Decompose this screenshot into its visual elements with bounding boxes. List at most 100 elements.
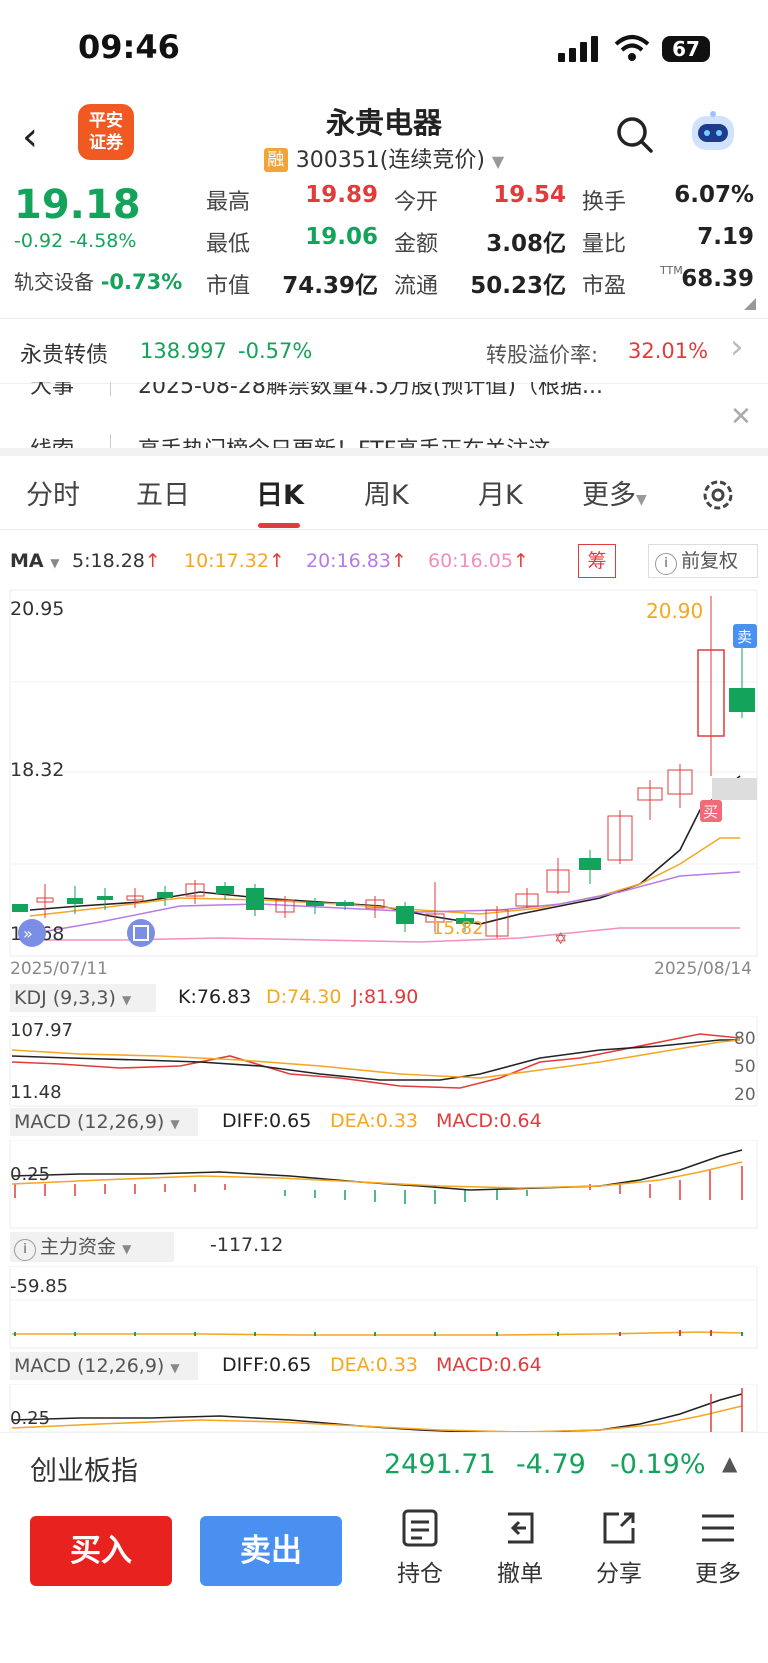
volratio-label: 量比	[582, 232, 627, 257]
change-value: -0.92	[14, 230, 64, 252]
ma5-line	[29, 775, 741, 925]
expand-up-icon[interactable]: ▲	[722, 1451, 737, 1475]
index-name: 创业板指	[30, 1456, 138, 1487]
last-price: 19.18	[14, 182, 141, 228]
ma-selector[interactable]: MA ▼	[10, 550, 59, 572]
bond-price: 138.997	[140, 339, 227, 363]
more-label: 更多	[695, 1561, 741, 1587]
ma60-value: 60:16.05↑	[428, 550, 529, 572]
status-time: 09:46	[78, 28, 180, 66]
cancel-order-button[interactable]: 撤单	[480, 1508, 560, 1588]
ma10-value: 10:17.32↑	[184, 550, 285, 572]
macd-value: MACD:0.64	[436, 1110, 542, 1132]
amount-value: 3.08亿	[486, 231, 566, 257]
news-ticker[interactable]: 大事 2025-08-28解禁数量4.5万股(预计值)（根据... 线索 高手热…	[0, 382, 768, 448]
bottom-toolbar: 买入 卖出 持仓 撤单 分享 更多	[0, 1498, 768, 1663]
bond-name: 永贵转债	[20, 343, 109, 368]
share-button[interactable]: 分享	[579, 1508, 659, 1588]
gear-icon[interactable]	[700, 477, 736, 513]
convertible-bond-row[interactable]: 永贵转债 138.997 -0.57% 转股溢价率: 32.01% ›	[0, 318, 768, 384]
dropdown-caret-icon: ▼	[121, 993, 132, 1007]
adjust-button[interactable]: i 前复权	[648, 544, 758, 578]
dropdown-caret-icon: ▼	[636, 492, 647, 508]
tab-five-day[interactable]: 五日	[136, 473, 190, 512]
tab-weekly-k[interactable]: 周K	[364, 473, 409, 512]
buy-button[interactable]: 买入	[30, 1516, 172, 1586]
mktcap-label: 市值	[206, 274, 251, 299]
high-value: 19.89	[305, 182, 378, 208]
date-end: 2025/08/14	[654, 959, 752, 978]
quote-panel: 19.18 -0.92 -4.58% 轨交设备 -0.73% 最高 19.89 …	[0, 180, 768, 315]
macd-selector[interactable]: MACD (12,26,9) ▼	[10, 1108, 198, 1136]
expand-corner-icon[interactable]	[744, 298, 756, 310]
fullscreen-icon[interactable]	[127, 919, 155, 947]
tab-more[interactable]: 更多▼	[582, 473, 647, 512]
high-price-marker: 20.90	[646, 599, 703, 623]
dropdown-caret-icon: ▼	[122, 1242, 132, 1256]
tab-intraday[interactable]: 分时	[26, 473, 80, 512]
adjust-label: 前复权	[681, 550, 739, 572]
macd-diff: DIFF:0.65	[222, 1110, 312, 1132]
news-text: 高手热门榜今日更新！FTF高手正在关注这	[138, 432, 698, 448]
up-arrow-icon: ↑	[144, 550, 161, 572]
candles	[12, 596, 755, 938]
dropdown-caret-icon: ▼	[50, 556, 60, 570]
robot-assistant-icon[interactable]	[688, 110, 738, 156]
float-label: 流通	[394, 274, 439, 299]
search-icon[interactable]	[616, 116, 654, 154]
close-icon[interactable]: ✕	[730, 402, 752, 432]
undo-icon	[508, 1512, 534, 1544]
macd-label: MACD (12,26,9)	[14, 1111, 165, 1133]
high-label: 最高	[206, 190, 251, 215]
fund-selector[interactable]: i 主力资金 ▼	[10, 1232, 174, 1262]
turnover-label: 换手	[582, 190, 627, 215]
kdj-selector[interactable]: KDJ (9,3,3) ▼	[10, 984, 156, 1012]
dropdown-caret-icon: ▼	[491, 152, 505, 171]
macd2-selector[interactable]: MACD (12,26,9) ▼	[10, 1352, 198, 1380]
macd2-chart: 0.25	[9, 1384, 758, 1432]
price-change: -0.92 -4.58%	[14, 230, 136, 252]
dropdown-caret-icon: ▼	[170, 1117, 180, 1131]
pe-label: 市盈	[582, 274, 627, 299]
chip-button[interactable]: 筹	[578, 544, 616, 578]
tab-daily-k[interactable]: 日K	[256, 473, 304, 512]
more-button[interactable]: 更多	[678, 1508, 758, 1588]
up-arrow-icon: ↑	[512, 550, 529, 572]
buy-signal-text: 买	[703, 803, 718, 821]
hold-button[interactable]: 持仓	[380, 1508, 460, 1588]
y-axis-mid: 18.32	[10, 759, 64, 781]
stock-code: 300351(连续竞价)	[295, 148, 485, 173]
tab-monthly-k[interactable]: 月K	[478, 473, 523, 512]
up-arrow-icon: ↑	[268, 550, 285, 572]
active-tab-indicator	[258, 523, 300, 528]
sector-row[interactable]: 轨交设备 -0.73%	[14, 266, 182, 295]
premium-value: 32.01%	[628, 339, 709, 363]
news-tag: 线索	[30, 432, 74, 448]
index-ticker[interactable]: 创业板指 2491.71 -4.79 -0.19% ▲	[0, 1432, 768, 1497]
date-start: 2025/07/11	[10, 959, 108, 978]
share-label: 分享	[596, 1561, 642, 1587]
macd2-dea-line	[11, 1405, 743, 1432]
cancel-label: 撤单	[497, 1561, 543, 1587]
ma60-text: 60:16.05	[428, 550, 513, 572]
open-value: 19.54	[493, 182, 566, 208]
kdj-level-20: 20	[734, 1085, 756, 1105]
amount-label: 金额	[394, 232, 439, 257]
battery-icon: 67	[662, 36, 710, 62]
low-label: 最低	[206, 232, 251, 257]
macd-diff-line	[11, 1149, 743, 1191]
fund-chart: -59.85	[9, 1266, 758, 1349]
kdj-chart: 107.97 11.48 80 50 20	[9, 1016, 758, 1107]
ma5-value: 5:18.28↑	[72, 550, 161, 572]
kline-chart[interactable]: 20.90 15.82 卖 买 20.95 18.32 15.68 » ✡ 20…	[0, 588, 768, 978]
ma20-value: 20:16.83↑	[306, 550, 407, 572]
fund-label: 主力资金	[40, 1236, 117, 1258]
low-price-marker: 15.82	[432, 918, 484, 939]
macd-y-label: 0.25	[10, 1164, 50, 1185]
period-tabs: 分时 五日 日K 周K 月K 更多▼	[0, 455, 768, 530]
turnover-value: 6.07%	[674, 182, 754, 208]
event-star-icon[interactable]: ✡	[554, 929, 567, 948]
macd-dea: DEA:0.33	[330, 1110, 419, 1132]
macd2-dea: DEA:0.33	[330, 1354, 419, 1376]
sell-button[interactable]: 卖出	[200, 1516, 342, 1586]
